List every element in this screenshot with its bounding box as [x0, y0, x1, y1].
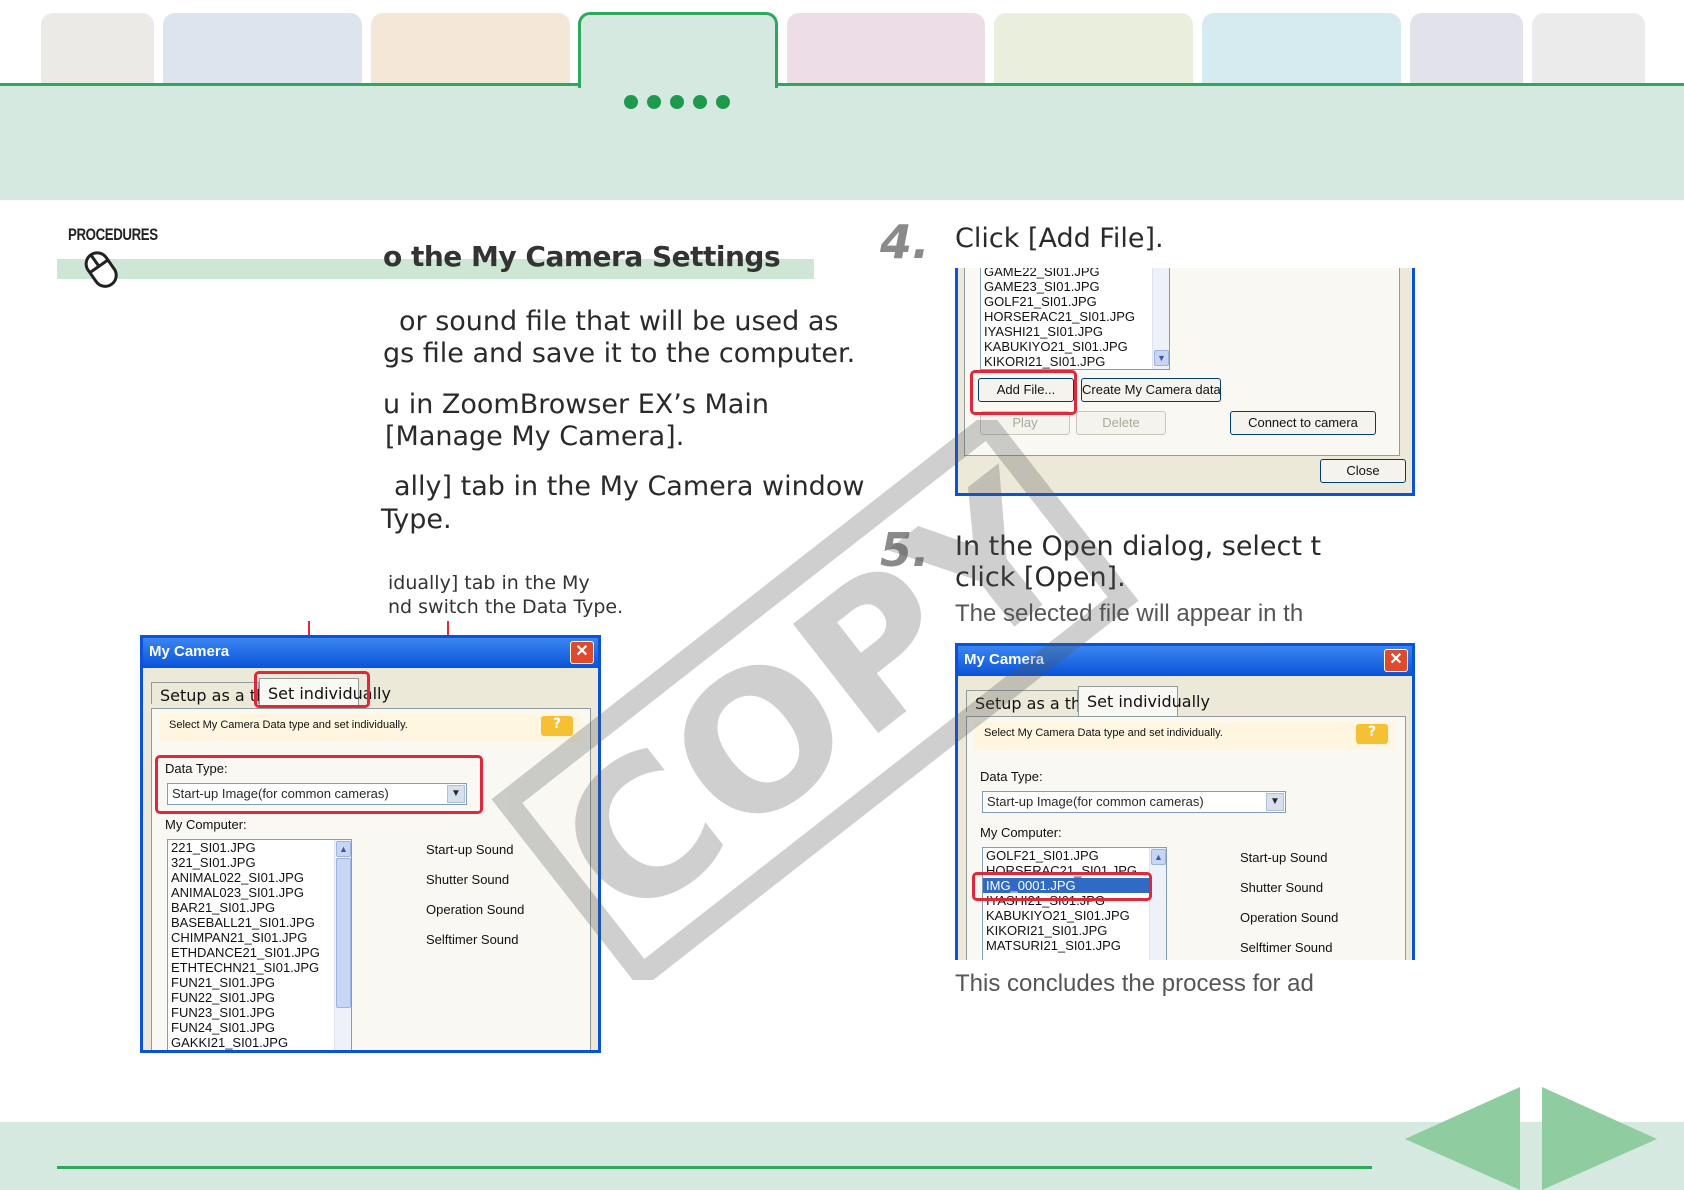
page-dot: [716, 95, 730, 109]
intro-line-2: gs file and save it to the computer.: [383, 338, 856, 369]
step3-line-2: Type.: [381, 504, 452, 535]
close-button[interactable]: Close: [1320, 459, 1406, 483]
list-item[interactable]: 321_SI01.JPG: [168, 855, 351, 870]
nav-tab-active[interactable]: [578, 12, 778, 88]
tab-setup-as-theme[interactable]: Setup as a theme: [151, 682, 301, 705]
list-item[interactable]: ANIMAL022_SI01.JPG: [168, 870, 351, 885]
file-list[interactable]: GAME22_SI01.JPG GAME23_SI01.JPG GOLF21_SI0…: [980, 268, 1170, 370]
list-item[interactable]: GOLF21_SI01.JPG: [981, 294, 1169, 309]
step4-text: Click [Add File].: [955, 223, 1164, 254]
scrollbar[interactable]: ▲: [334, 840, 351, 1050]
mouse-icon: [84, 251, 118, 288]
close-icon[interactable]: ✕: [1384, 649, 1408, 672]
step2-line-1: u in ZoomBrowser EX’s Main: [383, 389, 769, 420]
scrollbar[interactable]: ▼: [1152, 268, 1169, 369]
footer-rule: [57, 1166, 1372, 1169]
step-number-4: 4.: [880, 215, 930, 269]
list-item[interactable]: KABUKIYO21_SI01.JPG: [981, 339, 1169, 354]
list-item[interactable]: GAME22_SI01.JPG: [981, 268, 1169, 279]
file-list-rows: 221_SI01.JPG 321_SI01.JPG ANIMAL022_SI01.J…: [168, 840, 351, 1050]
list-item[interactable]: FUN23_SI01.JPG: [168, 1005, 351, 1020]
sound-label: Selftimer Sound: [1240, 940, 1333, 955]
scroll-up-icon[interactable]: ▲: [336, 841, 351, 857]
page-dot: [693, 95, 707, 109]
list-item[interactable]: IYASHI21_SI01.JPG: [981, 324, 1169, 339]
scroll-thumb[interactable]: [336, 858, 351, 1008]
nav-tab-5[interactable]: [787, 13, 985, 83]
next-page-icon[interactable]: [1542, 1087, 1657, 1190]
list-item[interactable]: ANIMAL023_SI01.JPG: [168, 885, 351, 900]
list-item[interactable]: ETHTECHN21_SI01.JPG: [168, 960, 351, 975]
nav-tab-7[interactable]: [1202, 13, 1401, 83]
header-rule: [0, 83, 1684, 86]
sound-label: Shutter Sound: [1240, 880, 1324, 895]
page-dot: [670, 95, 684, 109]
nav-tab-8[interactable]: [1410, 13, 1523, 83]
list-item[interactable]: KIKORI21_SI01.JPG: [981, 354, 1169, 369]
page-indicator: [624, 95, 730, 109]
file-list-rows: GAME22_SI01.JPG GAME23_SI01.JPG GOLF21_SI0…: [981, 268, 1169, 369]
chevron-down-icon[interactable]: ▼: [1266, 793, 1284, 811]
nav-tab-6[interactable]: [994, 13, 1193, 83]
list-item[interactable]: FUN22_SI01.JPG: [168, 990, 351, 1005]
list-item[interactable]: FUN21_SI01.JPG: [168, 975, 351, 990]
create-my-camera-data-button[interactable]: Create My Camera data: [1081, 378, 1221, 402]
help-icon[interactable]: ?: [1356, 724, 1388, 744]
copy-watermark: COPY: [491, 420, 1139, 980]
header-band: [0, 84, 1684, 200]
procedures-badge: PROCEDURES: [68, 225, 158, 244]
highlight-add-file-box: [970, 370, 1077, 415]
list-item[interactable]: GAKKI21_SI01.JPG: [168, 1035, 351, 1050]
section-title: o the My Camera Settings: [383, 240, 781, 273]
highlight-data-type-box: [155, 755, 483, 814]
previous-page-icon[interactable]: [1405, 1087, 1520, 1190]
connect-to-camera-button[interactable]: Connect to camera: [1230, 411, 1376, 435]
watermark-text: COPY: [519, 433, 1112, 964]
sound-label: Start-up Sound: [1240, 850, 1328, 865]
page-dot: [624, 95, 638, 109]
my-computer-label: My Computer:: [165, 817, 247, 832]
sound-label: Operation Sound: [1240, 910, 1339, 925]
list-item[interactable]: 221_SI01.JPG: [168, 840, 351, 855]
nav-tab-2[interactable]: [163, 13, 362, 83]
list-item[interactable]: ETHDANCE21_SI01.JPG: [168, 945, 351, 960]
highlight-tab-box: [254, 671, 370, 708]
list-item[interactable]: BASEBALL21_SI01.JPG: [168, 915, 351, 930]
dialog-title: My Camera: [149, 643, 230, 660]
scroll-down-icon[interactable]: ▼: [1154, 350, 1169, 366]
nav-tab-3[interactable]: [371, 13, 570, 83]
page-dot: [647, 95, 661, 109]
list-item[interactable]: HORSERAC21_SI01.JPG: [981, 309, 1169, 324]
intro-line-1: or sound file that will be used as: [399, 306, 839, 337]
list-item[interactable]: BAR21_SI01.JPG: [168, 900, 351, 915]
list-item[interactable]: FUN24_SI01.JPG: [168, 1020, 351, 1035]
file-list[interactable]: 221_SI01.JPG 321_SI01.JPG ANIMAL022_SI01.J…: [167, 839, 352, 1050]
nav-tab-1[interactable]: [41, 13, 154, 83]
nav-tab-9[interactable]: [1532, 13, 1645, 83]
list-item[interactable]: GAME23_SI01.JPG: [981, 279, 1169, 294]
list-item[interactable]: CHIMPAN21_SI01.JPG: [168, 930, 351, 945]
